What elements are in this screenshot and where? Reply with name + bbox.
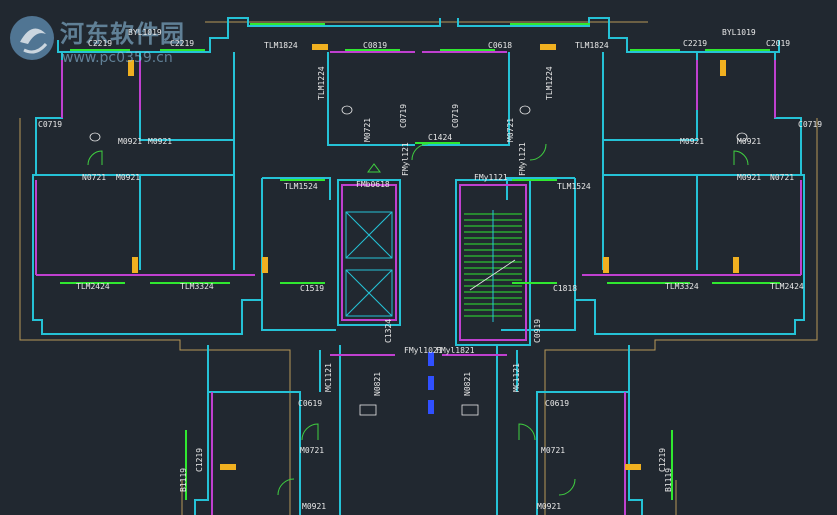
watermark-title: 河东软件园 <box>60 19 185 48</box>
room-tag: M0921 <box>118 137 143 146</box>
room-tag: N0821 <box>463 371 472 396</box>
room-tag: M0721 <box>300 446 325 455</box>
room-tag: C2219 <box>170 39 195 48</box>
room-tag: N0821 <box>373 371 382 396</box>
room-tag: BYL1019 <box>128 28 162 37</box>
room-tag: C1324 <box>384 318 393 343</box>
room-tag: M0921 <box>116 173 141 182</box>
room-tag: M0721 <box>541 446 566 455</box>
room-tag: C2219 <box>683 39 708 48</box>
room-tag: BYL1019 <box>722 28 756 37</box>
room-tag: M0921 <box>737 137 762 146</box>
room-tag: FMyl121 <box>518 142 527 176</box>
room-tag: TLM1224 <box>317 66 326 100</box>
room-tag: M0721 <box>506 117 515 142</box>
stair-treads <box>464 210 522 322</box>
site-logo-icon <box>10 16 54 60</box>
room-tag: TLM2424 <box>76 282 110 291</box>
room-tag: N0721 <box>770 173 795 182</box>
room-tag: TLM3324 <box>180 282 214 291</box>
room-tag: FMyl121 <box>401 142 410 176</box>
room-tag: FMy1121 <box>474 173 508 182</box>
room-tag: M0921 <box>537 502 562 511</box>
room-tag: C1424 <box>428 133 453 142</box>
room-tag: C0719 <box>399 103 408 128</box>
room-tag: C1519 <box>300 284 325 293</box>
cad-drawing-canvas[interactable]: 河东软件园 www.pc0359.cn BYL1019 C2219 C2219 … <box>0 0 837 515</box>
room-tag: FMyl1821 <box>436 346 475 355</box>
fire-doors <box>428 352 434 414</box>
room-tag: FMb0618 <box>356 180 390 189</box>
room-tag: C2219 <box>88 39 113 48</box>
room-tag: N0721 <box>82 173 107 182</box>
room-tag: TLM1524 <box>284 182 318 191</box>
watermark-url: www.pc0359.cn <box>62 50 173 66</box>
room-tag: M0921 <box>148 137 173 146</box>
sanitary-fixtures <box>89 105 748 416</box>
elevator-shafts <box>345 211 393 317</box>
room-tag: TLM1224 <box>545 66 554 100</box>
exterior-walls <box>32 17 805 515</box>
room-tag: TLM2424 <box>770 282 804 291</box>
room-tag: MC1121 <box>512 363 521 392</box>
room-tag: C0919 <box>533 318 542 343</box>
room-tag: B1119 <box>664 467 673 492</box>
room-tag: C1818 <box>553 284 578 293</box>
room-tag: TLM1824 <box>264 41 298 50</box>
room-tag: C0719 <box>451 103 460 128</box>
room-tag: C2019 <box>766 39 791 48</box>
room-tag: M0921 <box>680 137 705 146</box>
room-tag: C0618 <box>488 41 513 50</box>
room-tag: M0921 <box>302 502 327 511</box>
floor-plan <box>19 17 818 515</box>
room-tag: TLM3324 <box>665 282 699 291</box>
room-tag: B1119 <box>179 467 188 492</box>
room-tag: C0819 <box>363 41 388 50</box>
room-tag: C0619 <box>298 399 323 408</box>
room-tag: C0619 <box>545 399 570 408</box>
room-tag: M0721 <box>363 117 372 142</box>
room-tag: C0719 <box>798 120 823 129</box>
room-tag: TLM1824 <box>575 41 609 50</box>
room-tag: C1219 <box>195 447 204 472</box>
room-tag: C0719 <box>38 120 63 129</box>
room-tag: MC1121 <box>324 363 333 392</box>
windows <box>60 23 780 500</box>
room-tag: M0921 <box>737 173 762 182</box>
room-tag: TLM1524 <box>557 182 591 191</box>
